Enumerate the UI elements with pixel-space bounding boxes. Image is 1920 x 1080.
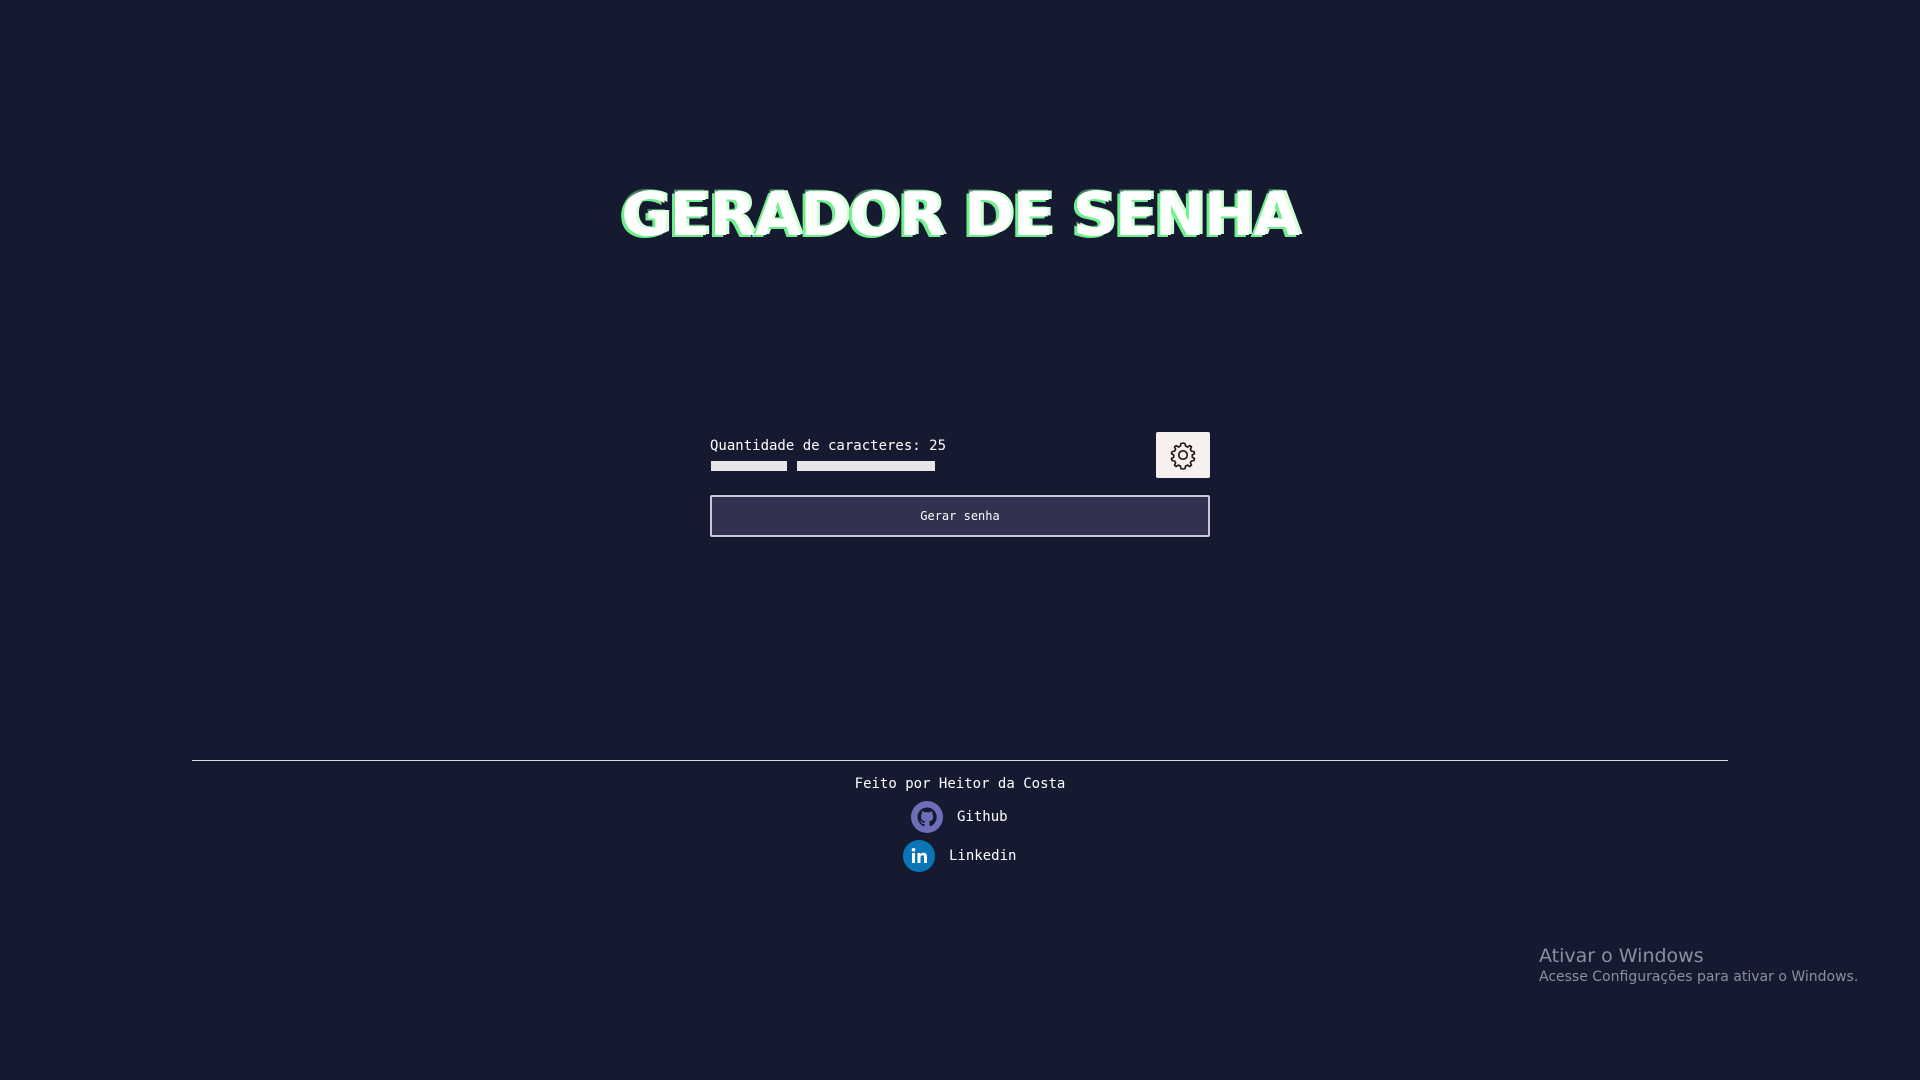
watermark-title: Ativar o Windows xyxy=(1539,945,1704,967)
settings-button[interactable] xyxy=(1156,432,1210,478)
length-slider[interactable] xyxy=(711,459,935,473)
linkedin-label: Linkedin xyxy=(949,848,1017,864)
generate-password-button[interactable]: Gerar senha xyxy=(710,495,1210,537)
slider-track-filled xyxy=(711,461,787,471)
linkedin-link[interactable]: Linkedin xyxy=(903,840,1016,872)
footer-credit: Feito por Heitor da Costa xyxy=(854,776,1066,792)
footer-divider xyxy=(192,760,1728,761)
page: GERADOR DE SENHA Quantidade de caractere… xyxy=(0,0,1920,1080)
length-label: Quantidade de caracteres: 25 xyxy=(710,438,947,454)
github-icon xyxy=(911,801,943,833)
slider-thumb[interactable] xyxy=(787,459,797,473)
slider-track-rest xyxy=(797,461,935,471)
github-link[interactable]: Github xyxy=(911,801,1008,833)
gear-icon xyxy=(1170,442,1196,470)
watermark-subtitle: Acesse Configurações para ativar o Windo… xyxy=(1539,969,1859,985)
linkedin-icon xyxy=(903,840,935,872)
windows-activation-watermark: Ativar o Windows Acesse Configurações pa… xyxy=(1539,945,1858,985)
github-label: Github xyxy=(957,809,1008,825)
page-title: GERADOR DE SENHA xyxy=(621,180,1300,250)
